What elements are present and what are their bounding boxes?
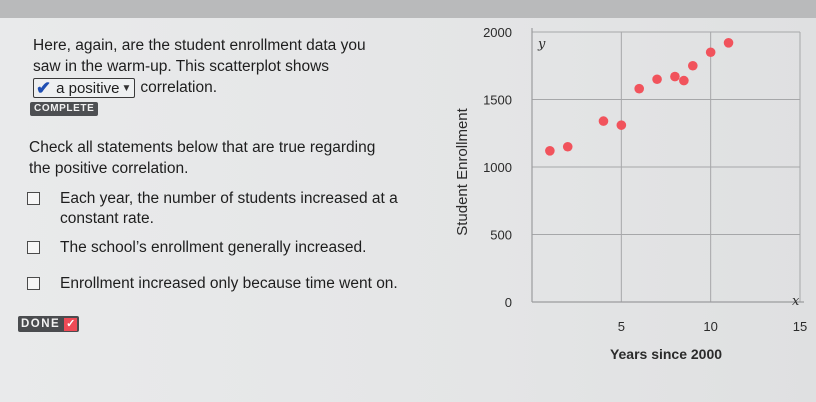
- x-axis-title: Years since 2000: [610, 346, 722, 362]
- checkbox[interactable]: [27, 277, 40, 290]
- intro-text: Here, again, are the student enrollment …: [33, 35, 433, 77]
- prompt-line-2: the positive correlation.: [29, 160, 189, 177]
- y-tick-label: 1000: [483, 160, 512, 175]
- data-point: [652, 74, 662, 85]
- top-bar: [0, 0, 816, 18]
- data-point: [670, 71, 680, 82]
- x-tick-label: 10: [703, 319, 717, 334]
- complete-badge: COMPLETE: [30, 102, 99, 116]
- option-constant-rate[interactable]: Each year, the number of students increa…: [27, 189, 420, 229]
- y-tick-label: 500: [490, 228, 512, 243]
- data-point: [723, 38, 734, 48]
- data-point: [616, 120, 627, 130]
- data-point: [705, 47, 716, 58]
- option-label: The school’s enrollment generally increa…: [60, 239, 367, 256]
- y-tick-label: 2000: [483, 25, 512, 40]
- correlation-text: correlation.: [140, 79, 218, 96]
- data-point: [679, 75, 689, 86]
- intro-line-1: Here, again, are the student enrollment …: [33, 37, 366, 54]
- y-axis-variable: y: [537, 37, 546, 52]
- checkmark-icon: ✔: [36, 78, 52, 98]
- scatterplot: 0 500 1000 1500 2000 5 10 15 y x Years since 2000 S…: [454, 25, 807, 362]
- y-tick-label: 0: [505, 295, 512, 310]
- intro-line-2: saw in the warm-up. This scatterplot sho…: [33, 58, 330, 75]
- answer-row: ✔ a positive ▼ correlation.: [33, 77, 217, 99]
- x-tick-label: 15: [793, 319, 807, 334]
- data-point: [545, 146, 555, 156]
- data-point: [634, 83, 644, 94]
- option-label: Each year, the number of students increa…: [60, 190, 398, 227]
- x-tick-label: 5: [618, 319, 625, 334]
- data-point: [598, 116, 609, 126]
- correlation-select[interactable]: ✔ a positive ▼: [33, 78, 136, 98]
- data-point: [562, 141, 573, 152]
- correlation-select-value: a positive: [56, 79, 120, 97]
- data-point: [688, 60, 698, 71]
- prompt-line-1: Check all statements below that are true…: [29, 139, 376, 156]
- y-tick-label: 1500: [483, 93, 512, 108]
- question-prompt: Check all statements below that are true…: [29, 137, 429, 179]
- checkbox[interactable]: [27, 241, 40, 254]
- checkbox[interactable]: [27, 192, 40, 205]
- done-button[interactable]: DONE ✓: [18, 316, 80, 332]
- option-label: Enrollment increased only because time w…: [60, 275, 398, 292]
- y-axis-title: Student Enrollment: [454, 107, 471, 235]
- chevron-down-icon: ▼: [121, 82, 132, 94]
- checkmark-icon: ✓: [64, 317, 78, 331]
- done-label: DONE: [21, 318, 61, 330]
- x-axis-variable: x: [792, 294, 800, 309]
- option-because-time[interactable]: Enrollment increased only because time w…: [27, 274, 416, 294]
- option-generally-increased[interactable]: The school’s enrollment generally increa…: [27, 238, 420, 258]
